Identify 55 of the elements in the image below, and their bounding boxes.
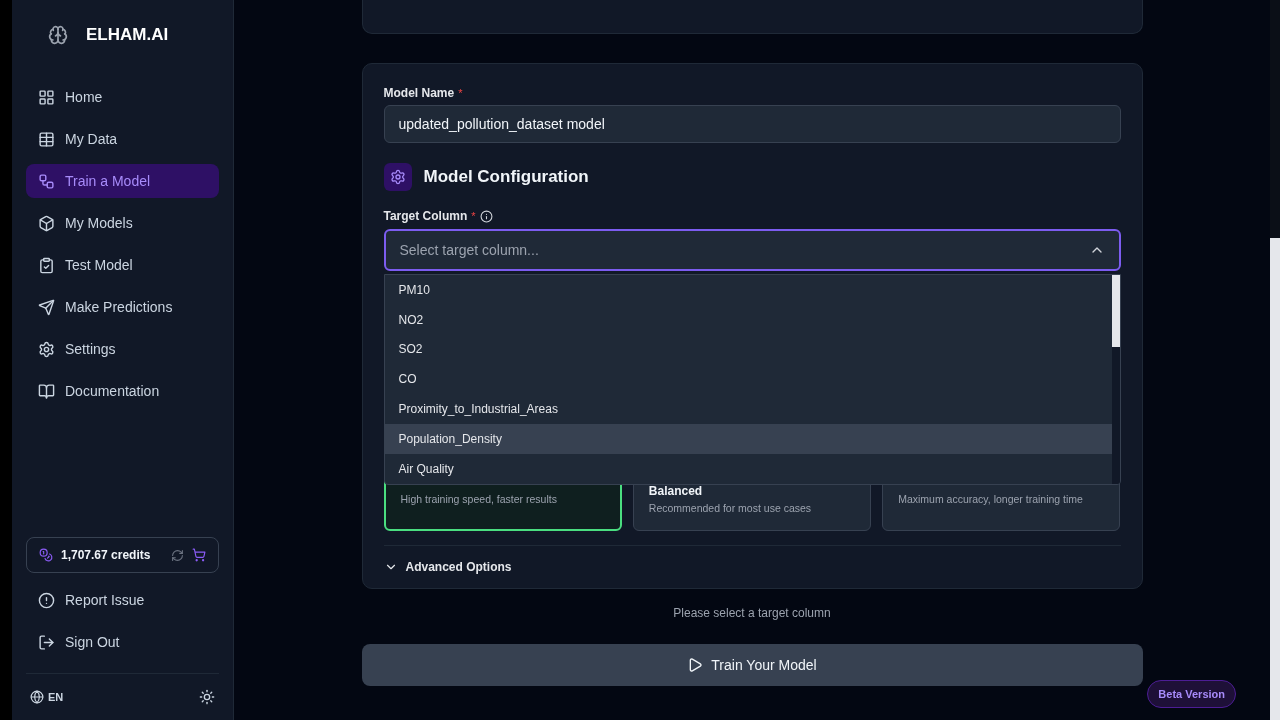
option-title: Balanced [648,484,704,498]
coins-icon [39,548,53,562]
scrollbar[interactable] [1111,275,1120,484]
globe-icon [30,690,44,704]
table-icon [38,130,55,148]
field-label: Model Name [383,86,455,100]
train-button[interactable]: Train Your Model [361,644,1143,686]
dropdown-option[interactable]: PM10 [384,275,1112,305]
option-description: Maximum accuracy, longer training time [898,493,1084,505]
nav-item[interactable]: Sign Out [26,625,219,659]
dropdown-option[interactable]: CO [384,364,1112,395]
nav-item[interactable]: My Data [26,122,219,156]
dropdown-option[interactable]: NO2 [384,304,1112,335]
cart-icon[interactable] [192,548,206,562]
target-column-select[interactable]: Select target column... [383,229,1121,271]
alert-icon [38,591,55,609]
dropdown-option[interactable]: SO2 [384,334,1112,365]
refresh-icon[interactable] [171,548,184,562]
dropdown-option[interactable]: Proximity_to_Industrial_Areas [384,394,1112,424]
nav-item[interactable]: Make Predictions [26,290,219,324]
required-mark: * [458,87,463,99]
brand-name: ELHAM.AI [86,25,169,45]
section-title: Model Configuration [423,167,589,187]
book-icon [38,382,55,400]
nav-item[interactable]: Report Issue [26,583,219,617]
nav-item[interactable]: Test Model [26,248,219,282]
nav-item[interactable]: Settings [26,332,219,366]
option-description: High training speed, faster results [400,493,558,505]
option-description: Recommended for most use cases [648,502,813,514]
nav-item[interactable]: Documentation [26,374,219,408]
grid-icon [38,88,55,106]
language-button[interactable]: EN [30,690,64,704]
required-mark: * [471,210,476,222]
brain-logo-icon [48,25,68,45]
nav-item[interactable]: Train a Model [26,164,219,198]
dropdown-option[interactable]: Population_Density [384,424,1112,454]
model-name-field[interactable]: updated_pollution_dataset model [383,105,1121,143]
hint-text: Please select a target column [673,606,831,620]
advanced-options-toggle[interactable]: Advanced Options [383,545,1121,574]
logout-icon [38,633,55,651]
theme-toggle-icon[interactable] [199,689,215,705]
settings-icon [38,340,55,358]
beta-badge: Beta Version [1147,680,1236,708]
settings-icon [383,163,412,191]
cube-icon [38,214,55,232]
page-scrollbar[interactable] [1270,0,1280,720]
nav-item[interactable]: My Models [26,206,219,240]
nodes-icon [38,172,55,190]
info-icon[interactable] [479,209,493,223]
field-label: Target Column [383,209,468,223]
play-icon [687,657,704,673]
credits-balance: 1,707.67 credits [61,548,152,562]
clipboard-icon [38,256,55,274]
nav-item[interactable]: Home [26,80,219,114]
send-icon [38,298,55,316]
